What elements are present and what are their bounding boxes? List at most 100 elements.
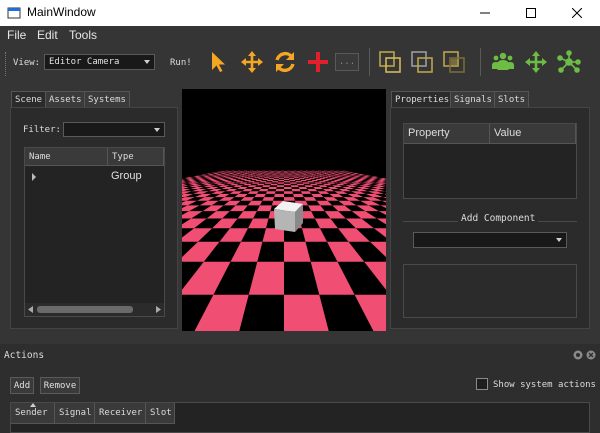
run-button[interactable]: Run! (170, 58, 192, 68)
checker-tile (294, 179, 301, 180)
checker-tile (300, 180, 307, 182)
filter-label: Filter: (23, 125, 61, 135)
add-button[interactable]: Add (10, 377, 34, 394)
checker-tile (274, 177, 280, 179)
tab-slots[interactable]: Slots (494, 91, 530, 108)
checker-tile (289, 178, 295, 179)
tab-signals[interactable]: Signals (450, 91, 496, 108)
checker-tile (262, 175, 268, 176)
menu-file[interactable]: File (7, 28, 26, 42)
checker-tile (295, 181, 303, 183)
checker-tile (277, 182, 284, 184)
sort-indicator-icon (30, 403, 36, 407)
checker-tile (262, 228, 284, 242)
scroll-left-icon[interactable] (28, 306, 33, 313)
checker-tile (290, 185, 299, 187)
column-type[interactable]: Type (108, 148, 164, 166)
checker-tile (290, 182, 297, 184)
tab-assets[interactable]: Assets (45, 91, 86, 108)
remove-button[interactable]: Remove (40, 377, 80, 394)
toolbar-separator (369, 48, 370, 76)
scroll-right-icon[interactable] (156, 306, 161, 313)
checker-tile (270, 183, 278, 186)
checker-tile (276, 173, 281, 174)
chevron-down-icon (154, 128, 160, 132)
tab-properties[interactable]: Properties (391, 91, 454, 108)
checker-tile (265, 191, 276, 194)
select-arrow-icon[interactable] (206, 50, 230, 74)
show-system-checkbox[interactable] (476, 378, 488, 390)
checker-tile (262, 197, 275, 201)
checker-tile (295, 174, 301, 175)
float-icon[interactable] (573, 350, 583, 360)
component-combo[interactable] (413, 232, 567, 248)
tree-row-type[interactable]: Group (111, 170, 142, 182)
checker-tile (273, 179, 279, 180)
checker-tile (276, 185, 284, 187)
menu-tools[interactable]: Tools (69, 28, 97, 42)
checker-tile (291, 189, 301, 192)
checker-tile (279, 176, 284, 178)
maximize-icon (526, 8, 536, 18)
menu-bar: File Edit Tools (0, 26, 600, 46)
checker-tile (275, 189, 284, 192)
scene-tree[interactable] (24, 147, 165, 317)
checker-tile (288, 175, 293, 176)
column-signal[interactable]: Signal (55, 403, 95, 424)
minimize-button[interactable] (462, 0, 508, 26)
column-receiver[interactable]: Receiver (95, 403, 146, 424)
checker-tile (264, 177, 270, 179)
column-slot[interactable]: Slot (146, 403, 175, 424)
copy-frames-icon[interactable] (378, 50, 402, 74)
network-icon[interactable] (557, 50, 581, 74)
checker-tile (299, 173, 304, 174)
copy-frames-2-icon[interactable] (410, 50, 434, 74)
checker-tile (262, 179, 269, 180)
more-button[interactable]: ... (335, 53, 359, 71)
window-title: MainWindow (27, 5, 96, 19)
close-dock-icon[interactable] (586, 350, 596, 360)
tab-systems[interactable]: Systems (84, 91, 130, 108)
checker-tile (284, 183, 291, 186)
view-combo[interactable]: Editor Camera (44, 54, 155, 70)
add-component-label: Add Component (458, 213, 539, 224)
rotate-icon[interactable] (273, 50, 297, 74)
filter-combo[interactable] (63, 122, 165, 137)
menu-edit[interactable]: Edit (37, 28, 58, 42)
checker-tile (269, 176, 275, 178)
checker-tile (291, 173, 296, 174)
tab-scene[interactable]: Scene (11, 91, 47, 108)
minimize-icon (480, 12, 490, 14)
scrollbar-thumb[interactable] (37, 306, 133, 313)
move-green-icon[interactable] (524, 50, 548, 74)
checker-tile (266, 180, 274, 182)
column-value[interactable]: Value (490, 124, 576, 144)
checker-tile (284, 197, 295, 201)
toolbar-handle[interactable] (5, 52, 9, 76)
horizontal-scrollbar[interactable] (25, 303, 164, 316)
checker-tile (263, 174, 269, 175)
column-property[interactable]: Property (404, 124, 490, 144)
maximize-button[interactable] (508, 0, 554, 26)
checker-tile (300, 174, 306, 176)
checker-tile (268, 173, 273, 174)
checker-tile (284, 179, 290, 180)
checker-tile (295, 173, 300, 174)
show-system-label: Show system actions (493, 380, 596, 390)
move-arrows-icon[interactable] (240, 50, 264, 74)
cube-object[interactable] (274, 201, 303, 232)
column-name[interactable]: Name (25, 148, 108, 166)
checker-tile (289, 180, 296, 182)
view-combo-value: Editor Camera (49, 57, 120, 67)
close-button[interactable] (554, 0, 600, 26)
checker-tile (296, 175, 302, 176)
group-people-icon[interactable] (491, 50, 515, 74)
expand-arrow-icon[interactable] (31, 173, 37, 181)
add-cross-icon[interactable] (306, 50, 330, 74)
checker-tile (272, 173, 277, 174)
checker-tile (275, 174, 280, 176)
copy-frames-3-icon[interactable] (442, 50, 466, 74)
checker-tile (287, 174, 293, 175)
scene-viewport[interactable] (182, 89, 386, 331)
toolbar-separator-2 (480, 48, 481, 76)
